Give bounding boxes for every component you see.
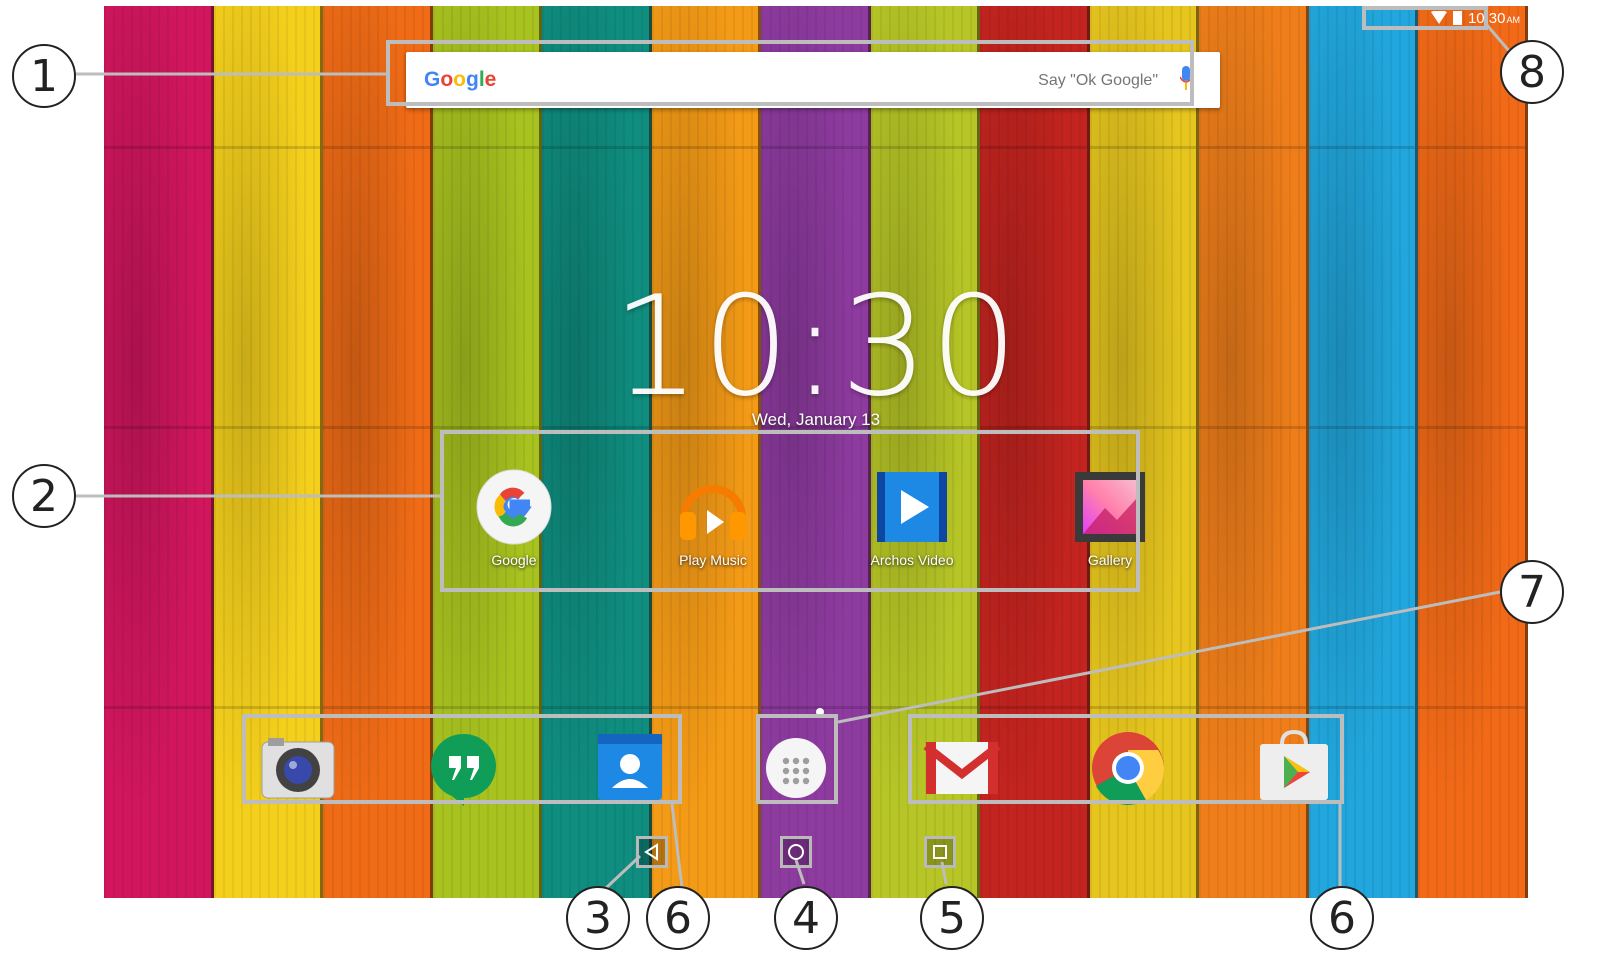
callout-4: 4 [774,886,838,950]
callout-2: 2 [12,464,76,528]
callout-lines [76,23,1512,890]
callout-1: 1 [12,44,76,108]
callout-6b: 6 [1310,886,1374,950]
callout-7: 7 [1500,560,1564,624]
callout-5: 5 [920,886,984,950]
callout-8: 8 [1500,40,1564,104]
callout-6a: 6 [646,886,710,950]
callout-3: 3 [566,886,630,950]
